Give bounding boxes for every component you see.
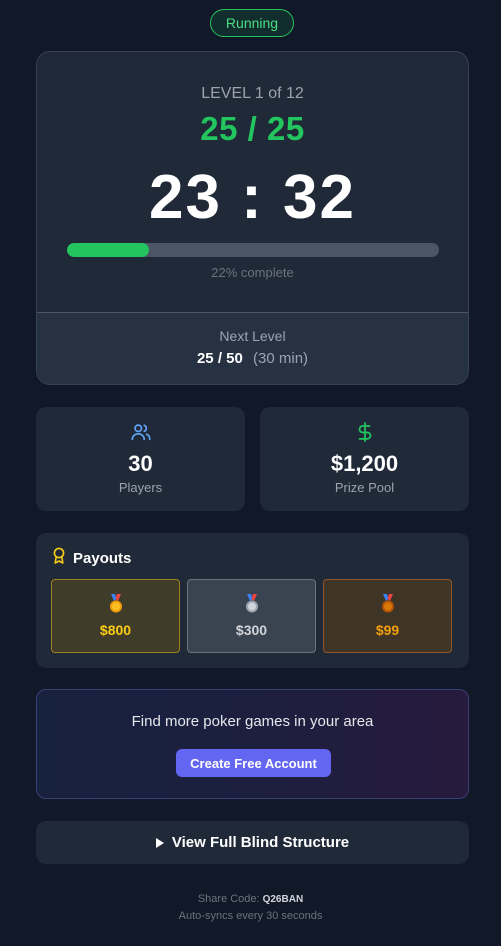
progress-text: 22% complete [211, 265, 294, 280]
gold-medal-icon [52, 594, 179, 614]
players-count: 30 [128, 451, 153, 476]
payout-third-place: $99 [323, 579, 452, 653]
next-level-duration: (30 min) [253, 350, 309, 367]
next-level-value: 25 / 50 (30 min) [37, 350, 468, 367]
next-level-label: Next Level [219, 328, 286, 344]
level-progress-fill [67, 243, 149, 257]
next-level-section: Next Level 25 / 50 (30 min) [37, 312, 468, 384]
dollar-icon [260, 421, 469, 443]
status-badge: Running [210, 9, 294, 37]
share-code-label: Share Code: [197, 893, 260, 905]
payout-amount: $800 [99, 622, 132, 638]
create-account-button[interactable]: Create Free Account [176, 749, 331, 777]
view-blind-structure-button[interactable]: View Full Blind Structure [36, 821, 469, 864]
players-stat-card: 30 Players [36, 407, 245, 511]
payouts-title: Payouts [73, 549, 132, 567]
timer-card: LEVEL 1 of 12 25 / 25 23 : 32 22% comple… [36, 51, 469, 385]
silver-medal-icon [188, 594, 315, 614]
prize-pool-stat-card: $1,200 Prize Pool [260, 407, 469, 511]
prize-pool-label: Prize Pool [334, 480, 395, 495]
share-code-value: Q26BAN [262, 894, 304, 905]
level-label: LEVEL 1 of 12 [201, 85, 304, 102]
countdown-clock: 23 : 32 [148, 163, 357, 232]
promo-banner: Find more poker games in your area Creat… [36, 689, 469, 799]
play-triangle-icon [155, 837, 164, 848]
payouts-header: Payouts [52, 547, 132, 569]
award-icon [52, 547, 66, 569]
payout-amount: $99 [375, 622, 400, 638]
share-code-line: Share Code: Q26BAN [0, 893, 501, 905]
payouts-card: Payouts $800 $300 $99 [36, 533, 469, 668]
players-label: Players [118, 480, 163, 495]
bronze-medal-icon [324, 594, 451, 614]
payout-second-place: $300 [187, 579, 316, 653]
current-blinds: 25 / 25 [200, 110, 305, 147]
auto-sync-text: Auto-syncs every 30 seconds [178, 910, 323, 922]
payout-amount: $300 [235, 622, 268, 638]
level-progress-bar [67, 243, 439, 257]
prize-pool-amount: $1,200 [330, 451, 399, 476]
next-level-blinds: 25 / 50 [196, 350, 243, 367]
payout-first-place: $800 [51, 579, 180, 653]
tournament-page: Running LEVEL 1 of 12 25 / 25 23 : 32 22… [0, 0, 501, 946]
view-blind-structure-label: View Full Blind Structure [171, 834, 350, 851]
promo-text: Find more poker games in your area [131, 713, 374, 730]
users-icon [36, 421, 245, 443]
